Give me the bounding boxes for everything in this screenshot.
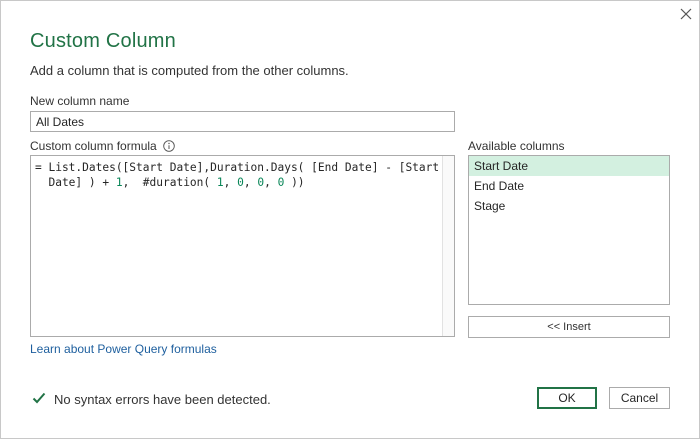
- custom-column-formula-label: Custom column formula: [30, 139, 157, 153]
- available-columns-label: Available columns: [468, 139, 565, 153]
- formula-line-1: = List.Dates([Start Date],Duration.Days(…: [35, 161, 440, 174]
- insert-button[interactable]: << Insert: [468, 316, 670, 338]
- formula-segment: ,: [243, 176, 258, 189]
- custom-column-formula-editor[interactable]: = List.Dates([Start Date],Duration.Days(…: [30, 155, 455, 337]
- dialog-title: Custom Column: [30, 30, 176, 52]
- info-icon[interactable]: [163, 140, 175, 152]
- dialog-subtitle: Add a column that is computed from the o…: [30, 63, 349, 78]
- formula-segment: )): [284, 176, 305, 189]
- cancel-button[interactable]: Cancel: [609, 387, 670, 409]
- available-columns-list[interactable]: Start Date End Date Stage: [468, 155, 670, 305]
- available-column-end-date[interactable]: End Date: [469, 176, 669, 196]
- close-icon: [680, 8, 692, 20]
- formula-segment: ,: [264, 176, 278, 189]
- formula-segment: Date] ) +: [35, 176, 116, 189]
- available-column-stage[interactable]: Stage: [469, 196, 669, 216]
- ok-button[interactable]: OK: [537, 387, 597, 409]
- syntax-status-text: No syntax errors have been detected.: [54, 392, 271, 407]
- formula-text[interactable]: = List.Dates([Start Date],Duration.Days(…: [35, 160, 439, 190]
- formula-segment: , #duration(: [122, 176, 217, 189]
- available-column-start-date[interactable]: Start Date: [469, 156, 669, 176]
- new-column-name-label: New column name: [30, 94, 130, 108]
- formula-number: 0: [237, 176, 244, 189]
- custom-column-dialog: Custom Column Add a column that is compu…: [0, 0, 700, 439]
- formula-line-2: Date] ) + 1, #duration( 1, 0, 0, 0 )): [35, 176, 305, 189]
- formula-segment: ,: [223, 176, 238, 189]
- new-column-name-input[interactable]: [30, 111, 455, 132]
- formula-number: 1: [216, 176, 224, 189]
- formula-scrollbar[interactable]: [442, 156, 454, 336]
- formula-number: 1: [115, 176, 123, 189]
- learn-power-query-link[interactable]: Learn about Power Query formulas: [30, 342, 217, 356]
- close-button[interactable]: [677, 5, 695, 23]
- checkmark-icon: [32, 392, 46, 404]
